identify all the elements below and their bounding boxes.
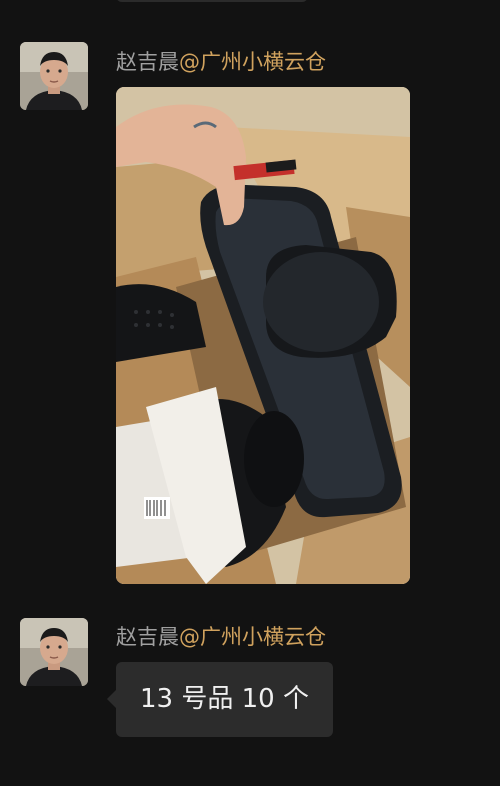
sender-organization: @广州小横云仓: [179, 625, 326, 649]
message-text: 13 号品 10 个: [140, 684, 309, 714]
sender-name: 赵吉晨: [116, 50, 179, 74]
previous-message-bubble-edge[interactable]: [116, 0, 308, 2]
avatar-photo-icon: [20, 618, 88, 686]
message-image[interactable]: [116, 87, 410, 584]
sender-avatar[interactable]: [20, 42, 88, 110]
sender-label: 赵吉晨@广州小横云仓: [116, 624, 326, 650]
sender-label: 赵吉晨@广州小横云仓: [116, 49, 326, 75]
photo-icon: [116, 87, 410, 584]
sender-avatar[interactable]: [20, 618, 88, 686]
sender-organization: @广州小横云仓: [179, 50, 326, 74]
message-bubble[interactable]: 13 号品 10 个: [107, 662, 333, 737]
sender-name: 赵吉晨: [116, 625, 179, 649]
avatar-photo-icon: [20, 42, 88, 110]
